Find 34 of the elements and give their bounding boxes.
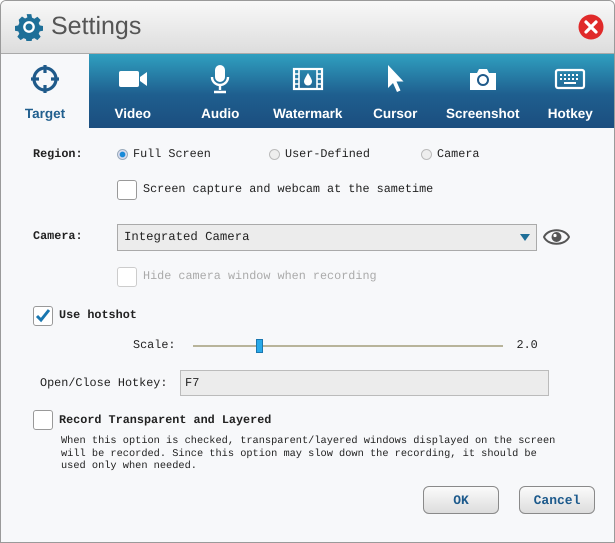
checkbox[interactable] [33, 306, 53, 326]
ok-button[interactable]: OK [423, 486, 499, 514]
field-label: Region: [33, 146, 84, 163]
tab[interactable]: Watermark [264, 54, 352, 128]
checkbox-label: Use hotshot [59, 306, 137, 324]
radio-option[interactable]: User-Defined [269, 146, 421, 164]
option-description: When this option is checked, transparent/layered windows displayed on the screen will be recorded. Since this option may slow down the recording, it should be used only when needed. [61, 435, 556, 472]
window-title: Settings [51, 11, 142, 42]
slider-thumb[interactable] [256, 338, 263, 353]
tab[interactable]: Hotkey [526, 54, 614, 128]
checkbox-label: Hide camera window when recording [143, 268, 377, 285]
tab[interactable]: Cursor [352, 54, 439, 128]
radio-option[interactable]: Camera [421, 146, 480, 164]
field-label: Camera: [33, 228, 84, 246]
checkbox-label: Screen capture and webcam at the sametime [143, 180, 434, 198]
close-icon[interactable] [578, 14, 604, 40]
tab[interactable]: Audio [176, 54, 264, 128]
cancel-button[interactable]: Cancel [519, 486, 595, 514]
settings-icon [15, 13, 43, 41]
caret-icon [520, 234, 530, 241]
camera-dropdown[interactable]: Integrated Camera [117, 224, 537, 251]
field-label: Scale: [133, 336, 176, 354]
tab[interactable]: Screenshot [439, 54, 526, 128]
tab[interactable]: Video [89, 54, 176, 128]
checkbox-label: Record Transparent and Layered [59, 412, 272, 429]
tab[interactable]: Target [1, 54, 89, 128]
slider-reading: 2.0 [516, 336, 538, 354]
eye-icon[interactable] [543, 228, 570, 246]
field-label: Open/Close Hotkey: [40, 374, 168, 392]
radio-option[interactable]: Full Screen [117, 146, 269, 164]
target-icon [29, 64, 61, 94]
checkbox[interactable] [33, 410, 53, 430]
hotkey-field[interactable]: F7 [180, 370, 549, 396]
checkbox[interactable] [117, 180, 137, 200]
